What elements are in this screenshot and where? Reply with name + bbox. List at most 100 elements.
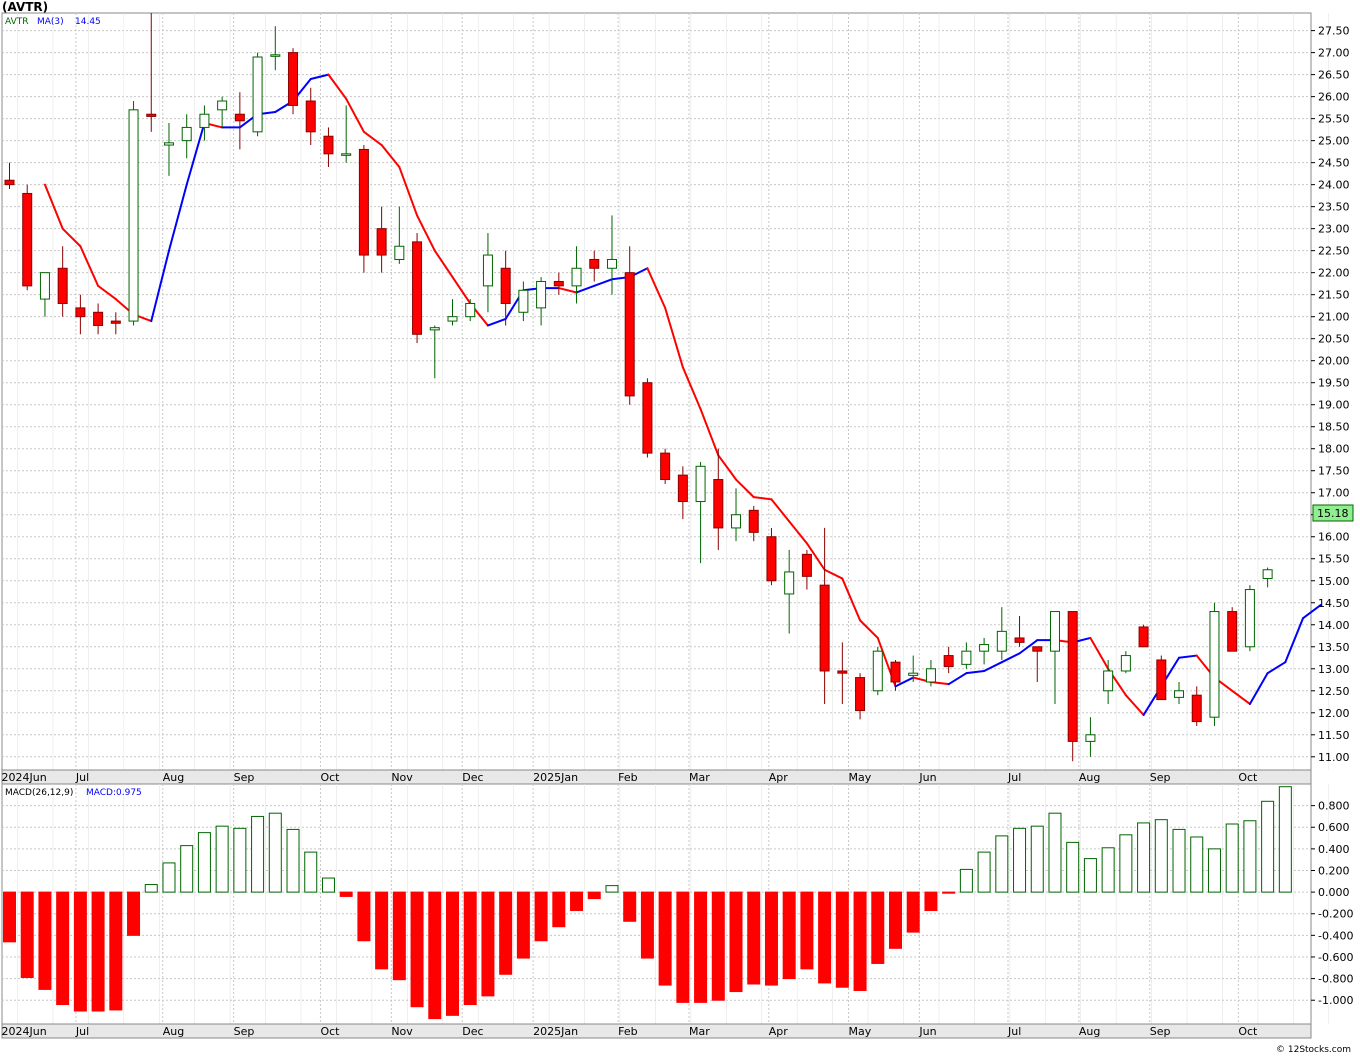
- macd-bar: [977, 851, 991, 893]
- macd-bar: [109, 891, 123, 1011]
- price-x-tick-label: 2024Jun: [2, 771, 47, 784]
- macd-bar: [1066, 841, 1080, 893]
- watermark: © 12Stocks.com: [1276, 1045, 1351, 1055]
- macd-x-tick-label: Jul: [1007, 1025, 1021, 1038]
- macd-x-tick-label: May: [849, 1025, 872, 1038]
- macd-x-tick-label: Oct: [320, 1025, 340, 1038]
- macd-bar: [747, 891, 761, 985]
- macd-bar: [1261, 800, 1275, 893]
- macd-panel: 0.800 0.600 0.400 0.200 0.000 -0.200 -0.400 -0.…: [1, 783, 1353, 1025]
- price-y-tick-label: 26.50: [1318, 69, 1350, 82]
- macd-x-tick-label: Sep: [234, 1025, 255, 1038]
- price-x-tick-label: Aug: [1079, 771, 1100, 784]
- price-y-tick-label: 14.50: [1318, 597, 1350, 610]
- macd-x-tick-label: Aug: [163, 1025, 184, 1038]
- macd-bar: [428, 891, 442, 1020]
- macd-bar: [251, 815, 265, 893]
- macd-bar: [180, 845, 194, 893]
- price-y-tick-label: 17.00: [1318, 487, 1350, 500]
- macd-bar: [20, 891, 34, 979]
- macd-bar: [800, 891, 814, 970]
- price-x-tick-label: Jul: [1007, 771, 1021, 784]
- macd-bar: [1207, 848, 1221, 893]
- price-x-tick-label: Apr: [769, 771, 789, 784]
- price-x-tick-label: Dec: [462, 771, 483, 784]
- candle: [872, 646, 883, 696]
- price-y-tick-label: 20.00: [1318, 355, 1350, 368]
- macd-y-tick-label: -0.200: [1318, 908, 1353, 921]
- macd-bar: [481, 891, 495, 997]
- price-y-tick-label: 22.00: [1318, 267, 1350, 280]
- macd-x-tick-label: Feb: [618, 1025, 637, 1038]
- macd-bar: [1278, 786, 1292, 893]
- macd-bar: [942, 891, 956, 894]
- macd-bar: [268, 812, 282, 893]
- macd-bar: [1030, 825, 1044, 893]
- macd-bar: [1172, 828, 1186, 893]
- price-y-tick-label: 19.50: [1318, 377, 1350, 390]
- macd-y-tick-label: 0.600: [1318, 821, 1350, 834]
- candle: [1209, 602, 1220, 726]
- price-y-tick-label: 25.50: [1318, 113, 1350, 126]
- candle: [358, 145, 369, 273]
- macd-x-tick-label: Nov: [391, 1025, 413, 1038]
- candle: [1156, 655, 1167, 701]
- macd-bar: [127, 891, 141, 936]
- price-y-tick-label: 12.50: [1318, 685, 1350, 698]
- macd-bar: [392, 891, 406, 981]
- macd-bar: [587, 891, 601, 900]
- last-price-label: 15.18: [1317, 507, 1349, 520]
- macd-bar: [339, 891, 353, 897]
- price-panel: 11.00 11.50 12.00 12.50 13.00 13.50 14.00 14.50…: [1, 12, 1354, 771]
- price-y-tick-label: 17.50: [1318, 465, 1350, 478]
- price-x-tick-label: Jun: [918, 771, 936, 784]
- chart-title: (AVTR): [2, 0, 48, 14]
- macd-bar: [889, 891, 902, 949]
- macd-bar: [835, 891, 849, 988]
- price-x-tick-label: Mar: [689, 771, 710, 784]
- macd-bar: [959, 868, 973, 893]
- macd-x-tick-label: Jun: [918, 1025, 936, 1038]
- macd-x-tick-label: Jul: [75, 1025, 89, 1038]
- price-y-tick-label: 27.50: [1318, 25, 1350, 38]
- macd-bar: [304, 851, 318, 893]
- macd-bar: [1243, 820, 1257, 893]
- macd-y-tick-label: 0.200: [1318, 864, 1350, 877]
- price-y-tick-label: 23.50: [1318, 201, 1350, 214]
- candle: [1244, 585, 1255, 652]
- price-y-tick-label: 18.00: [1318, 443, 1350, 456]
- macd-y-tick-label: -1.000: [1318, 994, 1353, 1007]
- price-y-tick-label: 24.50: [1318, 157, 1350, 170]
- stock-chart: (AVTR) 11.00 11.50 12.00 12.50 13.00 13.50 14.…: [0, 0, 1360, 1056]
- macd-bar: [694, 891, 708, 1003]
- macd-bar: [924, 891, 938, 911]
- legend-symbol: AVTR: [5, 17, 29, 27]
- macd-bar: [91, 891, 105, 1012]
- macd-bar: [1083, 858, 1097, 893]
- price-y-tick-label: 14.00: [1318, 619, 1350, 632]
- macd-bar: [1137, 822, 1151, 893]
- price-y-tick-label: 11.00: [1318, 751, 1350, 764]
- macd-bar: [1119, 834, 1133, 893]
- macd-bar: [729, 891, 743, 993]
- macd-bar: [853, 891, 867, 991]
- macd-bar: [782, 891, 796, 980]
- price-y-tick-label: 15.00: [1318, 575, 1350, 588]
- macd-bar: [516, 891, 530, 959]
- price-y-tick-label: 15.50: [1318, 553, 1350, 566]
- price-x-tick-label: Feb: [618, 771, 637, 784]
- price-y-tick-label: 20.50: [1318, 333, 1350, 346]
- price-y-tick-label: 25.00: [1318, 135, 1350, 148]
- macd-bar: [38, 891, 52, 990]
- macd-bar: [552, 891, 566, 928]
- macd-bar: [534, 891, 548, 942]
- legend-ma-label: MA(3): [37, 17, 64, 27]
- macd-x-tick-label: Oct: [1238, 1025, 1258, 1038]
- price-y-tick-label: 27.00: [1318, 47, 1350, 60]
- macd-bar: [499, 891, 513, 975]
- macd-bar: [906, 891, 920, 933]
- macd-bar: [818, 891, 832, 984]
- price-y-tick-label: 21.50: [1318, 289, 1350, 302]
- macd-bar: [410, 891, 424, 1008]
- macd-y-tick-label: 0.800: [1318, 800, 1350, 813]
